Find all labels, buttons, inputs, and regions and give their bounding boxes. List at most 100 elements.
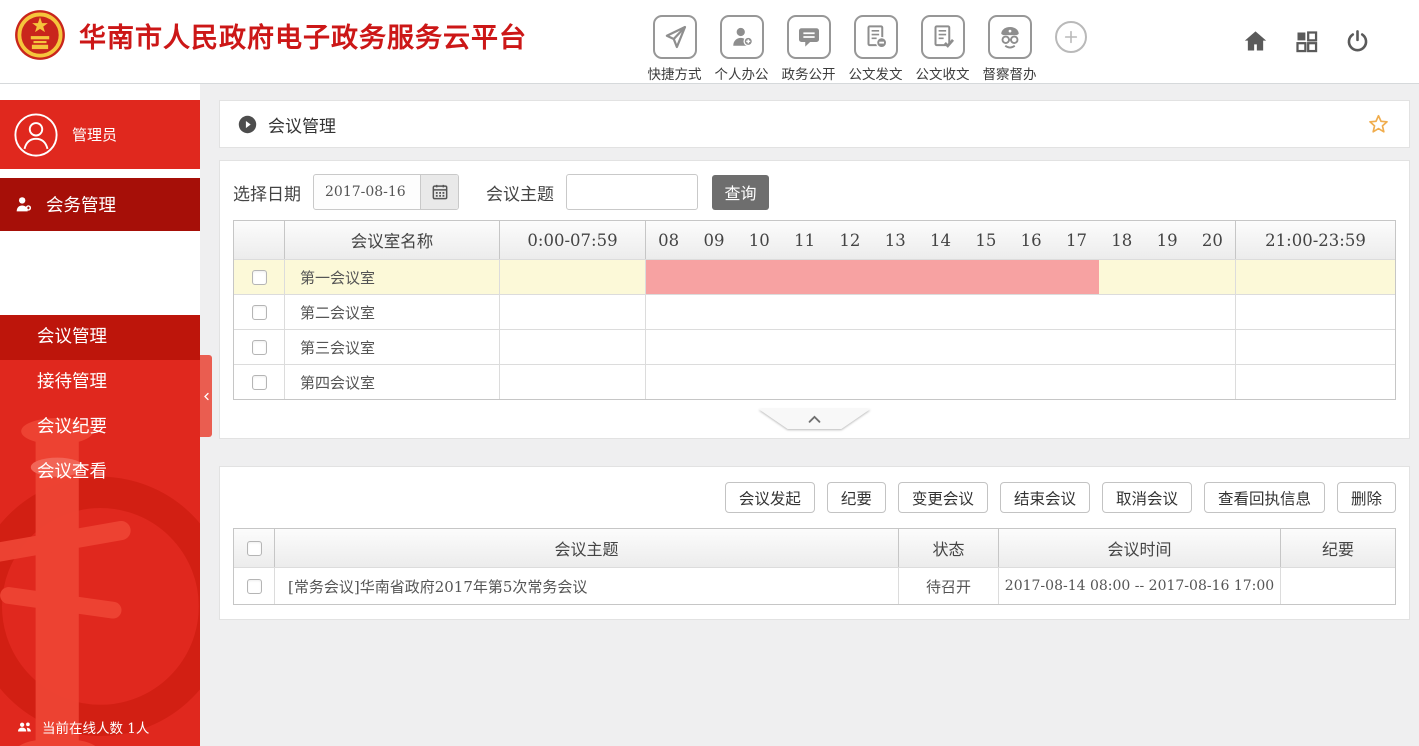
favorite-star-icon[interactable] <box>1366 112 1391 137</box>
minutes-button[interactable]: 纪要 <box>826 482 886 513</box>
hour-label: 18 <box>1111 230 1133 250</box>
top-header: 华南市人民政府电子政务服务云平台 快捷方式 个人办公 政务公开 公文发文 公文收… <box>0 0 1419 84</box>
schedule-hours-cell[interactable] <box>645 330 1235 364</box>
hour-label: 08 <box>658 230 680 250</box>
header-checkbox-cell <box>234 221 284 259</box>
query-button[interactable]: 查询 <box>712 174 769 210</box>
nav-item-label: 公文收文 <box>915 67 970 83</box>
schedule-early-cell[interactable] <box>499 260 645 294</box>
hour-headers: 08 09 10 11 12 13 14 15 16 17 18 19 20 <box>645 221 1235 259</box>
sidebar: 管理员 会务管理 会议管理 接待管理 会议纪要 会议查看 当前在线人数 1人 <box>0 84 212 746</box>
initiate-meeting-button[interactable]: 会议发起 <box>724 482 815 513</box>
room-row: 第二会议室 <box>234 294 1395 329</box>
room-name-header: 会议室名称 <box>284 221 499 259</box>
avatar <box>13 112 59 158</box>
subject-input[interactable] <box>566 174 698 210</box>
national-emblem-logo <box>14 9 66 61</box>
nav-item-personal-office[interactable]: 个人办公 <box>708 15 775 83</box>
sidebar-item-reception-management[interactable]: 接待管理 <box>0 360 200 405</box>
calendar-button[interactable] <box>420 175 458 209</box>
hour-label: 11 <box>794 230 816 250</box>
schedule-early-cell[interactable] <box>499 295 645 329</box>
end-meeting-button[interactable]: 结束会议 <box>999 482 1090 513</box>
room-name: 第三会议室 <box>284 330 499 364</box>
schedule-early-cell[interactable] <box>499 365 645 399</box>
schedule-late-cell[interactable] <box>1235 365 1395 399</box>
hour-label: 10 <box>748 230 770 250</box>
meetings-table: 会议主题 状态 会议时间 纪要 [常务会议]华南省政府2017年第5次常务会议 … <box>233 528 1396 605</box>
schedule-hours-cell[interactable] <box>645 365 1235 399</box>
subject-label: 会议主题 <box>486 184 554 205</box>
top-right-icons <box>1242 28 1371 55</box>
nav-item-supervision[interactable]: 督察督办 <box>976 15 1043 83</box>
apps-grid-icon[interactable] <box>1293 28 1320 55</box>
chat-icon <box>786 15 831 59</box>
filter-bar: 选择日期 会议主题 查询 <box>233 171 1396 213</box>
nav-item-label: 督察督办 <box>982 67 1037 83</box>
sidebar-collapse-handle[interactable] <box>200 355 212 437</box>
room-checkbox[interactable] <box>251 269 267 285</box>
hour-label: 13 <box>884 230 906 250</box>
sidebar-group-conference-management[interactable]: 会务管理 <box>0 178 200 231</box>
nav-item-label: 公文发文 <box>848 67 903 83</box>
rooms-schedule-table: 会议室名称 0:00-07:59 08 09 10 11 12 13 14 15… <box>233 220 1396 400</box>
room-name: 第二会议室 <box>284 295 499 329</box>
home-icon[interactable] <box>1242 28 1269 55</box>
meeting-checkbox[interactable] <box>246 578 262 594</box>
hour-label: 14 <box>930 230 952 250</box>
subject-header: 会议主题 <box>274 529 898 567</box>
busy-meeting-bar[interactable] <box>646 260 1100 294</box>
sidebar-group-label: 会务管理 <box>46 196 116 216</box>
view-receipt-button[interactable]: 查看回执信息 <box>1203 482 1325 513</box>
change-meeting-button[interactable]: 变更会议 <box>897 482 988 513</box>
app-title: 华南市人民政府电子政务服务云平台 <box>79 22 527 54</box>
meetings-panel: 会议发起 纪要 变更会议 结束会议 取消会议 查看回执信息 删除 会议主题 状态… <box>219 466 1410 620</box>
user-icon <box>13 194 35 216</box>
online-count-label: 当前在线人数 1人 <box>42 721 150 737</box>
send-icon <box>652 15 697 59</box>
hour-label: 19 <box>1156 230 1178 250</box>
add-shortcut-button[interactable] <box>1055 21 1087 53</box>
meeting-time-cell: 2017-08-14 08:00 -- 2017-08-16 17:00 <box>998 568 1280 604</box>
nav-item-label: 个人办公 <box>714 67 769 83</box>
nav-item-label: 政务公开 <box>781 67 836 83</box>
schedule-hours-cell[interactable] <box>645 295 1235 329</box>
room-row: 第四会议室 <box>234 364 1395 399</box>
schedule-late-cell[interactable] <box>1235 260 1395 294</box>
schedule-panel: 选择日期 会议主题 查询 会议室名称 0:00-07:59 08 <box>219 160 1410 439</box>
collapse-wrap <box>758 409 871 429</box>
time-header: 会议时间 <box>998 529 1280 567</box>
nav-item-doc-receive[interactable]: 公文收文 <box>909 15 976 83</box>
room-checkbox[interactable] <box>251 374 267 390</box>
brand: 华南市人民政府电子政务服务云平台 <box>14 9 527 61</box>
date-input[interactable] <box>314 175 420 209</box>
collapse-panel-button[interactable] <box>758 409 871 429</box>
sidebar-item-meeting-view[interactable]: 会议查看 <box>0 450 200 495</box>
user-panel: 管理员 <box>0 100 200 169</box>
cancel-meeting-button[interactable]: 取消会议 <box>1101 482 1192 513</box>
hour-label: 17 <box>1065 230 1087 250</box>
select-all-checkbox[interactable] <box>246 540 262 556</box>
delete-button[interactable]: 删除 <box>1336 482 1396 513</box>
schedule-late-cell[interactable] <box>1235 295 1395 329</box>
user-name: 管理员 <box>72 126 118 144</box>
nav-item-gov-affairs[interactable]: 政务公开 <box>775 15 842 83</box>
page-title-bar: 会议管理 <box>219 100 1410 148</box>
room-checkbox[interactable] <box>251 339 267 355</box>
room-name: 第四会议室 <box>284 365 499 399</box>
hour-label: 15 <box>975 230 997 250</box>
schedule-late-cell[interactable] <box>1235 330 1395 364</box>
user-plus-icon <box>719 15 764 59</box>
nav-item-shortcuts[interactable]: 快捷方式 <box>641 15 708 83</box>
room-checkbox[interactable] <box>251 304 267 320</box>
power-icon[interactable] <box>1344 28 1371 55</box>
sidebar-item-meeting-minutes[interactable]: 会议纪要 <box>0 405 200 450</box>
schedule-early-cell[interactable] <box>499 330 645 364</box>
online-count: 当前在线人数 1人 <box>15 717 149 737</box>
meeting-row: [常务会议]华南省政府2017年第5次常务会议 待召开 2017-08-14 0… <box>234 567 1395 604</box>
schedule-hours-cell[interactable] <box>645 260 1235 294</box>
sidebar-item-meeting-management[interactable]: 会议管理 <box>0 315 200 360</box>
nav-item-doc-dispatch[interactable]: 公文发文 <box>842 15 909 83</box>
minutes-header: 纪要 <box>1280 529 1395 567</box>
main-content: 会议管理 选择日期 会议主题 查询 <box>210 84 1419 746</box>
